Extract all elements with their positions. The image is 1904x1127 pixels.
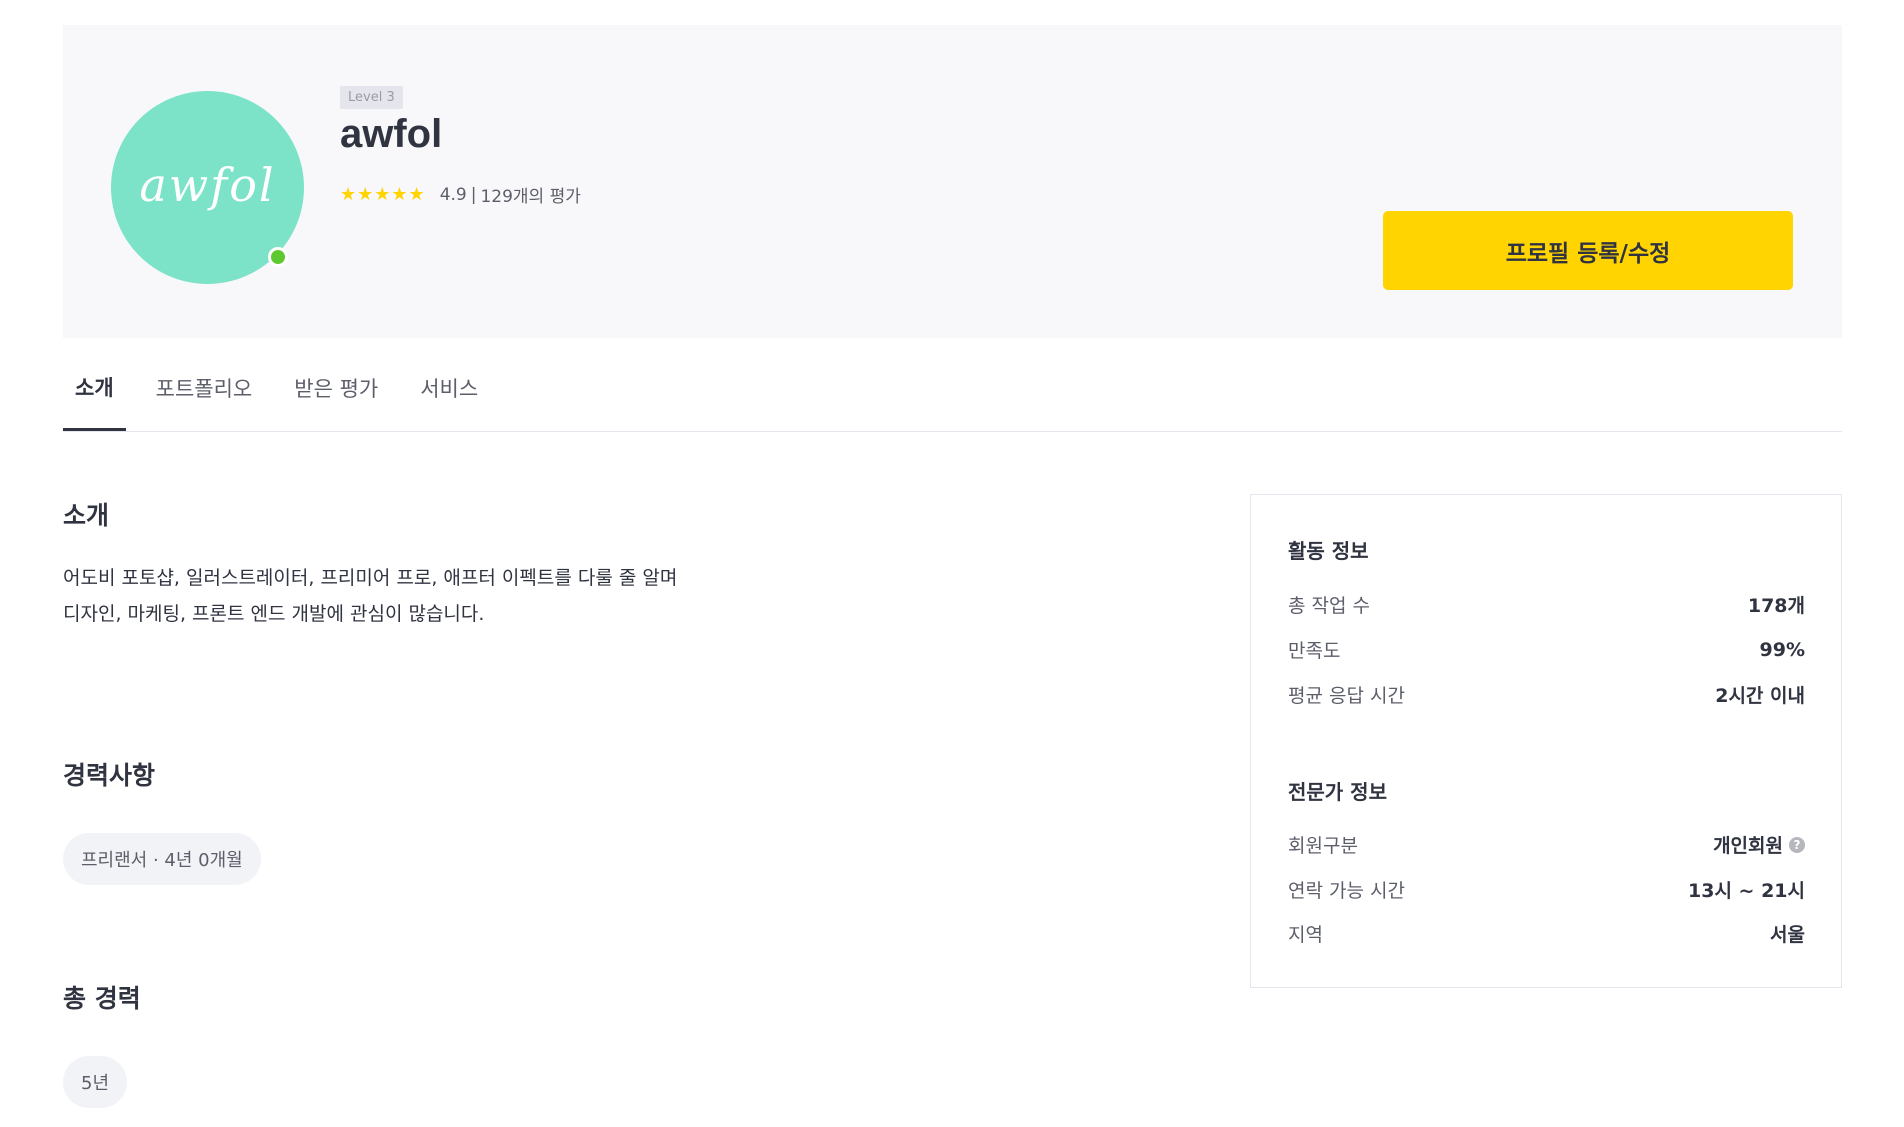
profile-header: awfol	[63, 25, 1842, 338]
question-circle-icon[interactable]: ?	[1789, 836, 1805, 853]
career-title: 경력사항	[63, 761, 156, 790]
info-value: 99%	[1759, 638, 1805, 661]
total-career-title: 총 경력	[63, 984, 141, 1013]
info-card: 활동 정보 총 작업 수 178개 만족도 99% 평균 응답 시간 2시간 이…	[1250, 494, 1842, 988]
tab-intro[interactable]: 소개	[63, 345, 126, 431]
intro-title: 소개	[63, 501, 110, 530]
avatar-text: awfol	[139, 157, 276, 212]
tab-portfolio[interactable]: 포트폴리오	[144, 345, 265, 431]
info-row-satisfaction: 만족도 99%	[1288, 636, 1805, 663]
info-value: 개인회원 ?	[1713, 831, 1805, 858]
tab-services[interactable]: 서비스	[408, 345, 490, 431]
intro-text: 어도비 포토샵, 일러스트레이터, 프리미어 프로, 애프터 이펙트를 다룰 줄…	[63, 560, 677, 632]
info-row-total-jobs: 총 작업 수 178개	[1288, 591, 1805, 618]
info-label: 평균 응답 시간	[1288, 685, 1405, 707]
profile-name: awfol	[340, 112, 443, 156]
rating-separator: |	[470, 184, 477, 205]
intro-line-1: 어도비 포토샵, 일러스트레이터, 프리미어 프로, 애프터 이펙트를 다룰 줄…	[63, 567, 678, 589]
tab-reviews[interactable]: 받은 평가	[282, 345, 390, 431]
info-row-region: 지역 서울	[1288, 920, 1805, 947]
info-label: 연락 가능 시간	[1288, 880, 1405, 902]
info-label: 회원구분	[1288, 835, 1358, 857]
info-row-response-time: 평균 응답 시간 2시간 이내	[1288, 681, 1805, 708]
info-label: 만족도	[1288, 640, 1341, 662]
intro-line-2: 디자인, 마케팅, 프론트 엔드 개발에 관심이 많습니다.	[63, 603, 485, 625]
info-label: 총 작업 수	[1288, 595, 1370, 617]
member-type-value: 개인회원	[1713, 835, 1783, 857]
star-rating-icon: ★★★★★	[340, 184, 426, 205]
info-label: 지역	[1288, 924, 1323, 946]
edit-profile-button[interactable]: 프로필 등록/수정	[1383, 211, 1793, 290]
profile-tabs: 소개 포트폴리오 받은 평가 서비스	[63, 345, 1842, 432]
online-status-indicator	[268, 247, 288, 267]
info-value: 13시 ~ 21시	[1688, 880, 1805, 902]
total-career-chip: 5년	[63, 1056, 128, 1108]
info-value: 2시간 이내	[1715, 685, 1805, 707]
info-row-contact-hours: 연락 가능 시간 13시 ~ 21시	[1288, 876, 1805, 903]
info-value: 서울	[1770, 924, 1805, 946]
activity-heading: 활동 정보	[1288, 539, 1369, 563]
level-badge: Level 3	[340, 86, 403, 109]
info-value: 178개	[1747, 595, 1805, 617]
info-row-member-type: 회원구분 개인회원 ?	[1288, 831, 1805, 858]
expert-heading: 전문가 정보	[1288, 780, 1387, 804]
rating-row: ★★★★★ 4.9 | 129개의 평가	[340, 182, 581, 207]
rating-value: 4.9	[439, 184, 467, 205]
review-count: 129개의 평가	[480, 187, 581, 207]
career-chip: 프리랜서 · 4년 0개월	[63, 833, 261, 885]
